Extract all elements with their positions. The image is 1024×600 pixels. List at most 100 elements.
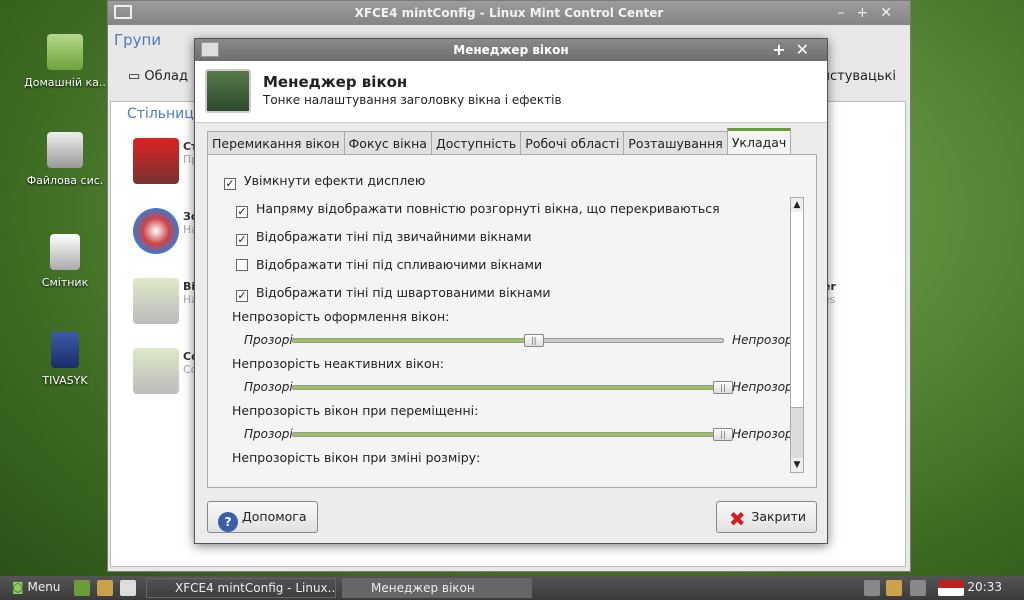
opacity-slider-inactive[interactable]: Прозорі || Непрозорі (244, 380, 796, 394)
desktop-icon-trash[interactable]: Смітник (20, 234, 110, 289)
close-icon: ✖ (728, 507, 746, 531)
slider-fill (293, 339, 534, 342)
checkbox-box[interactable]: ✓ (236, 290, 248, 302)
slider-track[interactable]: || (292, 334, 724, 347)
slider-track[interactable]: || (292, 381, 733, 394)
checkbox-box[interactable]: ✓ (236, 206, 248, 218)
window-controls-icon[interactable]: –+✕ (838, 1, 904, 25)
help-button[interactable]: ? Допомога (207, 501, 318, 533)
slider-min-label: Прозорі (244, 427, 293, 441)
slider-label: Непрозорість оформлення вікон: (232, 309, 450, 324)
checkbox-label: Відображати тіні під звичайними вікнами (256, 229, 532, 244)
option-checkbox[interactable]: ✓ Напряму відображати повністю розгорнуті… (236, 201, 720, 218)
checkbox-box[interactable]: ✓ (236, 234, 248, 246)
mint-logo-icon: ◙ (12, 580, 28, 594)
tab-focus[interactable]: Фокус вікна (343, 131, 432, 155)
trash-icon (50, 234, 80, 270)
lock-icon[interactable] (886, 580, 902, 596)
compositor-icon[interactable] (133, 348, 179, 394)
slider-max-label: Непрозорі (732, 333, 796, 347)
dialog-title: Менеджер вікон (453, 43, 569, 57)
checkbox-label: Напряму відображати повністю розгорнуті … (256, 201, 720, 216)
slider-knob[interactable]: || (523, 334, 544, 347)
checkbox-box[interactable]: ✓ (224, 178, 236, 190)
window-icon[interactable] (201, 42, 219, 57)
checkbox-label: Відображати тіні під спливаючими вікнами (256, 257, 543, 272)
drive-icon (47, 132, 83, 168)
desktop-settings-icon[interactable] (133, 138, 179, 184)
menu-label: Menu (27, 580, 61, 594)
show-desktop-icon[interactable] (74, 580, 90, 596)
help-label: Допомога (242, 509, 307, 524)
editor-icon[interactable] (97, 580, 113, 596)
scroll-thumb[interactable] (791, 212, 803, 408)
sd-card-icon (51, 332, 79, 368)
window-manager-icon[interactable] (133, 278, 179, 324)
opacity-slider-moving[interactable]: Прозорі || Непрозорі (244, 427, 796, 441)
bgwindow-titlebar[interactable]: XFCE4 mintConfig - Linux Mint Control Ce… (108, 1, 910, 25)
vertical-scrollbar[interactable]: ▲ ▼ (790, 197, 804, 473)
desktop-icon-home[interactable]: Домашній ка.. (20, 34, 110, 89)
clock[interactable]: 20:33 (967, 580, 1002, 594)
slider-knob[interactable]: || (713, 428, 733, 441)
update-icon[interactable] (910, 580, 926, 596)
checkbox-label: Відображати тіні під швартованими вікнам… (256, 285, 551, 300)
tab-compositor[interactable]: Укладач (726, 128, 792, 155)
taskbar: ◙ Menu XFCE4 mintConfig - Linux... Менед… (0, 576, 1024, 600)
task-control-center[interactable]: XFCE4 mintConfig - Linux... (146, 578, 336, 598)
slider-fill (293, 433, 723, 436)
close-label: Закрити (751, 509, 806, 524)
terminal-icon[interactable] (120, 580, 136, 596)
tab-workspaces[interactable]: Робочі області (520, 131, 625, 155)
dialog-header: Менеджер вікон Тонке налаштування заголо… (195, 61, 827, 123)
toolbar-label: Облад (144, 69, 188, 84)
slider-knob[interactable]: || (713, 381, 733, 394)
option-checkbox[interactable]: ✓ Відображати тіні під звичайними вікнами (236, 229, 531, 246)
tab-switching[interactable]: Перемикання вікон (207, 131, 345, 155)
window-manager-dialog: Менеджер вікон +✕ Менеджер вікон Тонке н… (194, 38, 828, 544)
window-manager-icon (205, 69, 251, 113)
checkbox-box[interactable] (236, 259, 248, 271)
slider-max-label: Непрозорі (732, 380, 796, 394)
tab-accessibility[interactable]: Доступність (430, 131, 522, 155)
scroll-trough[interactable] (791, 408, 803, 458)
toolbar-hardware-button[interactable]: ▭ Облад (128, 69, 188, 84)
dialog-titlebar[interactable]: Менеджер вікон +✕ (195, 39, 827, 61)
network-icon[interactable] (864, 580, 880, 596)
opacity-slider-decorations[interactable]: Прозорі || Непрозорі (244, 333, 796, 347)
task-window-manager[interactable]: Менеджер вікон (342, 578, 532, 598)
section-title: Стільниц (127, 106, 194, 122)
checkbox-label: Увімкнути ефекти дисплею (244, 173, 426, 188)
tab-bar: Перемикання вікон Фокус вікна Доступніст… (207, 128, 792, 155)
maximize-close-icon[interactable]: +✕ (772, 39, 819, 61)
option-checkbox[interactable]: ✓ Відображати тіні під швартованими вікна… (236, 285, 551, 302)
desktop-icon-label: Домашній ка.. (24, 76, 106, 89)
slider-max-label: Непрозорі (732, 427, 796, 441)
close-button[interactable]: ✖ Закрити (716, 501, 817, 533)
slider-label: Непрозорість вікон при зміні розміру: (232, 450, 481, 465)
keyboard-layout-flag-icon[interactable] (938, 580, 964, 596)
tab-placement[interactable]: Розташування (623, 131, 728, 155)
header-subtitle: Тонке налаштування заголовку вікна і ефе… (263, 93, 562, 107)
slider-track[interactable]: || (292, 428, 733, 441)
scroll-down-icon[interactable]: ▼ (791, 458, 803, 472)
desktop-icon-filesystem[interactable]: Файлова сис. (20, 132, 110, 187)
slider-min-label: Прозорі (244, 333, 293, 347)
compositor-panel: ✓ Увімкнути ефекти дисплею ✓ Напряму відоб… (207, 154, 817, 488)
appearance-icon[interactable] (133, 208, 179, 254)
help-icon: ? (218, 512, 238, 532)
groups-label: Групи (114, 31, 162, 49)
desktop-icon-label: TIVASYK (42, 374, 88, 387)
option-checkbox[interactable]: Відображати тіні під спливаючими вікнами (236, 257, 542, 272)
desktop-icon-tivasyk[interactable]: TIVASYK (20, 332, 110, 387)
scroll-up-icon[interactable]: ▲ (791, 198, 803, 212)
bgwindow-title: XFCE4 mintConfig - Linux Mint Control Ce… (354, 6, 664, 20)
home-folder-icon (47, 34, 83, 70)
desktop-icon-label: Файлова сис. (26, 174, 104, 187)
enable-effects-checkbox[interactable]: ✓ Увімкнути ефекти дисплею (224, 173, 425, 190)
slider-label: Непрозорість вікон при переміщенні: (232, 403, 479, 418)
window-menu-icon[interactable] (114, 5, 132, 19)
menu-button[interactable]: ◙ Menu (12, 580, 60, 594)
desktop-icon-label: Смітник (41, 276, 89, 289)
header-title: Менеджер вікон (263, 73, 408, 91)
